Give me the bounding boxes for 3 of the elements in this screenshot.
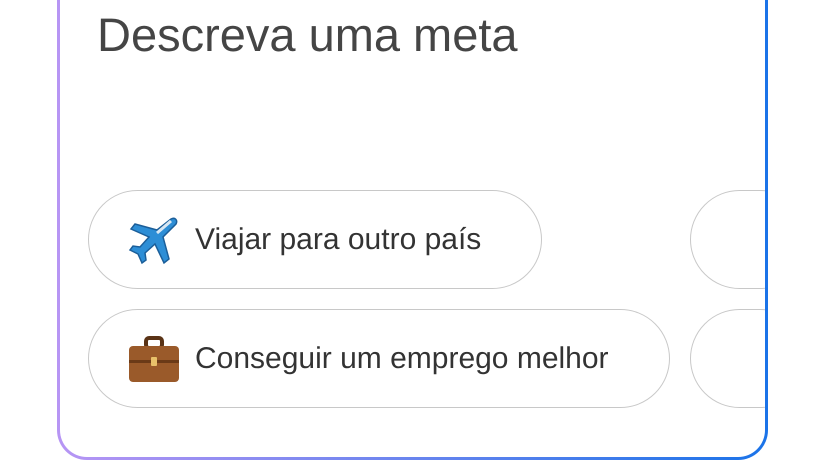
suggestion-chip[interactable]: Conseguir um emprego melhor [88, 309, 670, 408]
suggestion-chip[interactable]: Viajar para outro país [88, 190, 542, 289]
goal-input-field[interactable]: Descreva uma meta [97, 7, 757, 87]
